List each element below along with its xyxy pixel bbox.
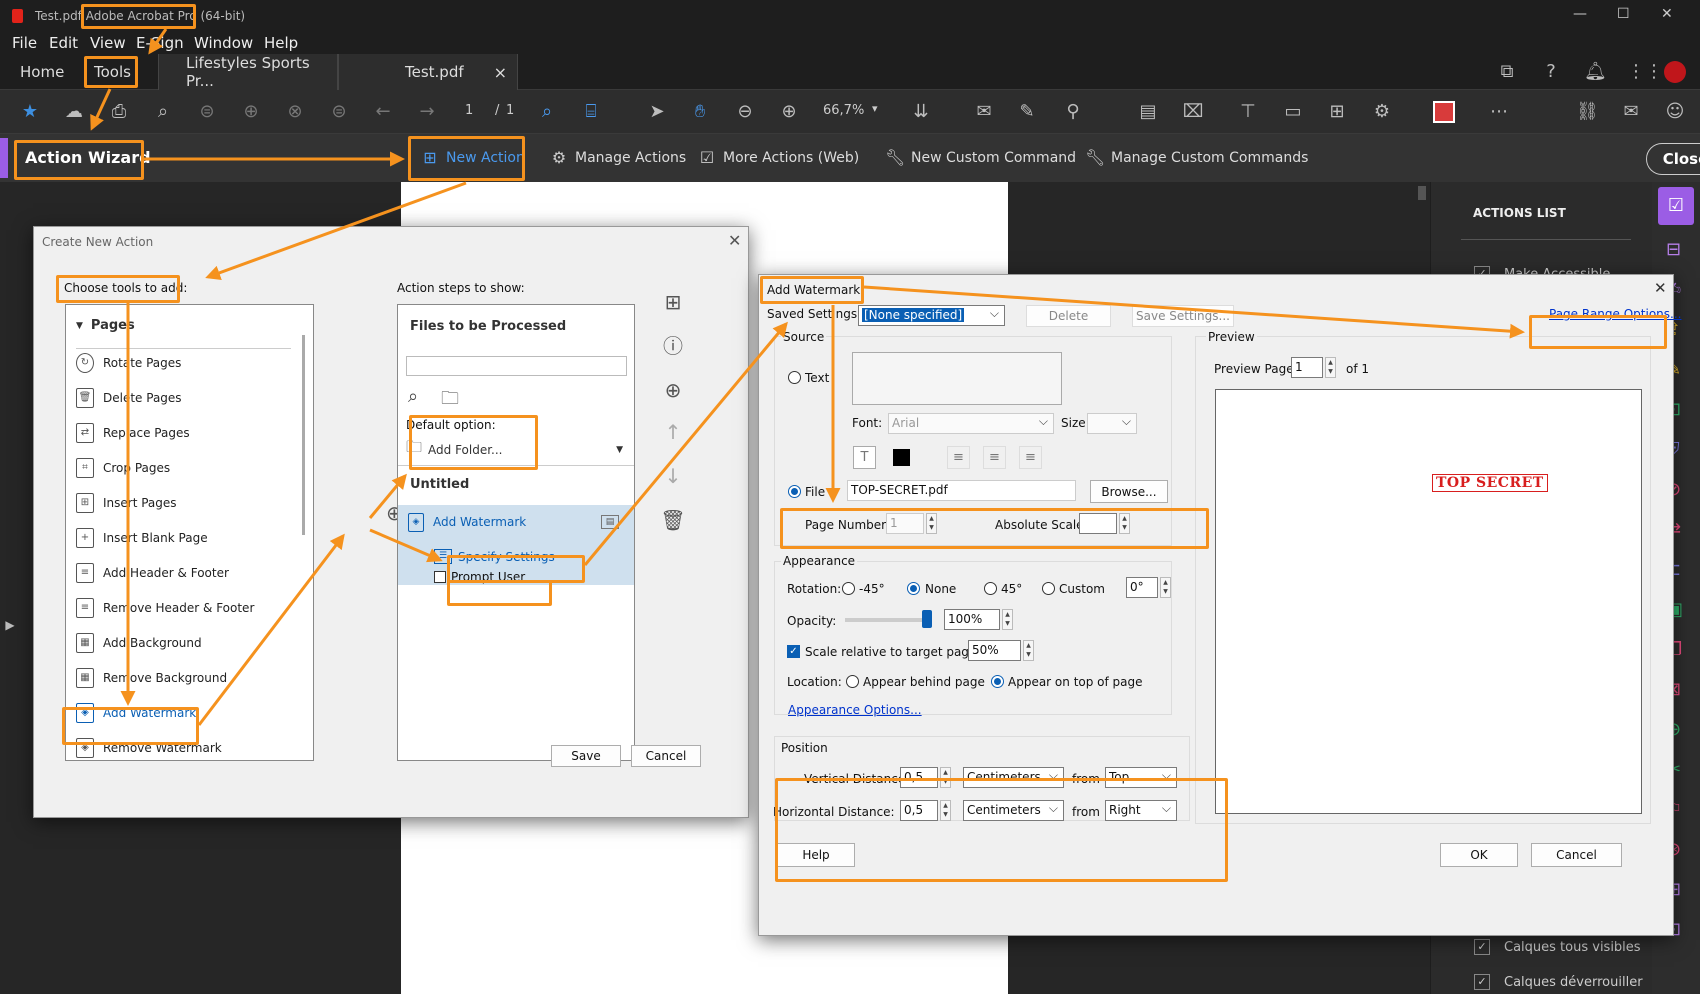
arrow-new-action-to-choose <box>205 181 467 280</box>
annotation-arrows <box>90 28 1525 726</box>
arrow-add-to-specify <box>369 528 443 563</box>
arrow-watermark-to-add <box>197 533 345 726</box>
arrow-add-to-default <box>368 473 407 519</box>
arrow-specify-to-watermark <box>583 321 788 566</box>
arrow-tools-to-wizard <box>90 88 112 131</box>
arrow-app-to-tools <box>148 28 168 55</box>
arrow-title-to-page-range <box>863 285 1525 339</box>
